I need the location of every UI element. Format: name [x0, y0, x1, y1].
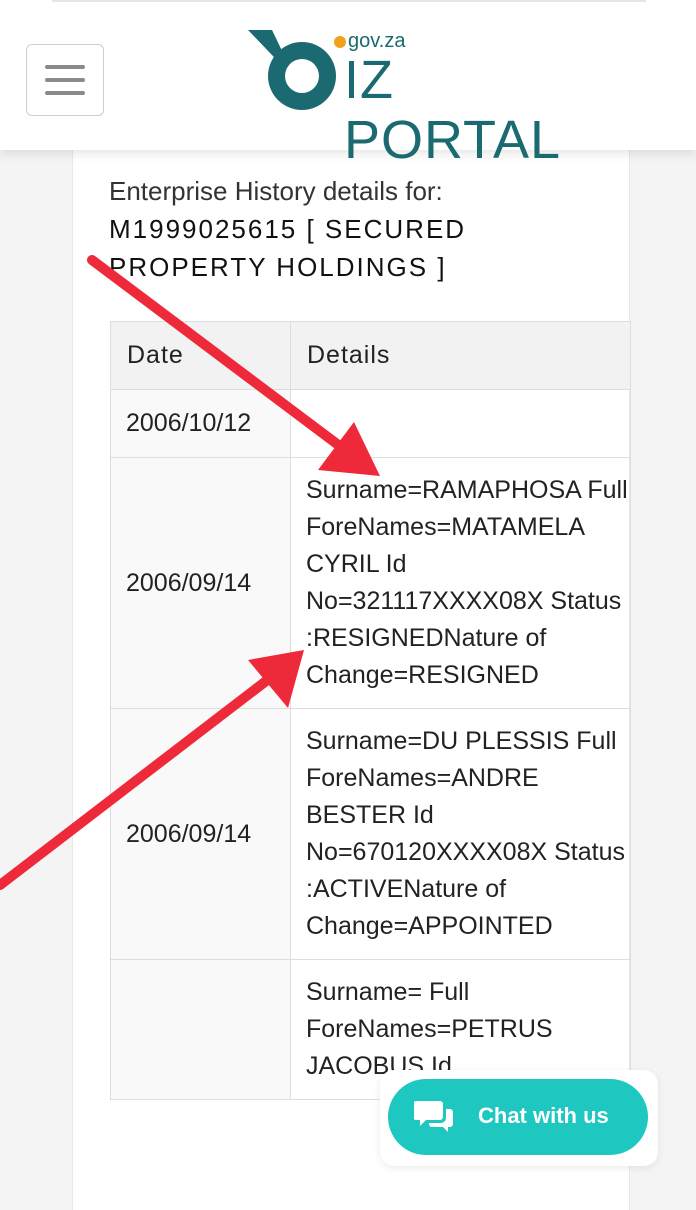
chat-bubbles-icon: [414, 1101, 453, 1132]
table-header-row: Date Details: [110, 321, 631, 390]
header-divider: [52, 0, 646, 2]
row-date: [110, 959, 291, 1100]
row-details: [290, 389, 631, 458]
content-card: Enterprise History details for: M1999025…: [72, 150, 631, 1210]
history-label: Enterprise History details for:: [109, 176, 443, 206]
enterprise-title: M1999025615 [ SECURED PROPERTY HOLDINGS …: [109, 214, 467, 282]
logo-brand-text: IZ PORTAL: [344, 50, 562, 170]
hamburger-menu-icon: [45, 65, 85, 69]
hamburger-menu-button[interactable]: [26, 44, 104, 116]
chat-with-us-button[interactable]: Chat with us: [388, 1079, 648, 1155]
date-column-header: Date: [110, 321, 291, 390]
table-row: 2006/09/14 Surname=DU PLESSIS Full ForeN…: [110, 708, 631, 960]
chat-label: Chat with us: [478, 1103, 609, 1128]
chat-widget: Chat with us: [380, 1070, 658, 1166]
logo-dot: [334, 36, 346, 48]
bizportal-logo[interactable]: gov.za IZ PORTAL: [244, 24, 624, 170]
row-details: Surname=DU PLESSIS Full ForeNames=ANDRE …: [290, 708, 631, 960]
details-column-header: Details: [290, 321, 631, 390]
history-table: Date Details 2006/10/12 2006/09/14 Surna…: [110, 321, 631, 1100]
table-row: 2006/09/14 Surname=RAMAPHOSA Full ForeNa…: [110, 457, 631, 709]
row-date: 2006/09/14: [110, 708, 291, 960]
site-header: gov.za IZ PORTAL: [0, 0, 696, 170]
table-row: 2006/10/12: [110, 389, 631, 458]
row-date: 2006/10/12: [110, 389, 291, 458]
row-date: 2006/09/14: [110, 457, 291, 709]
row-details: Surname=RAMAPHOSA Full ForeNames=MATAMEL…: [290, 457, 631, 709]
